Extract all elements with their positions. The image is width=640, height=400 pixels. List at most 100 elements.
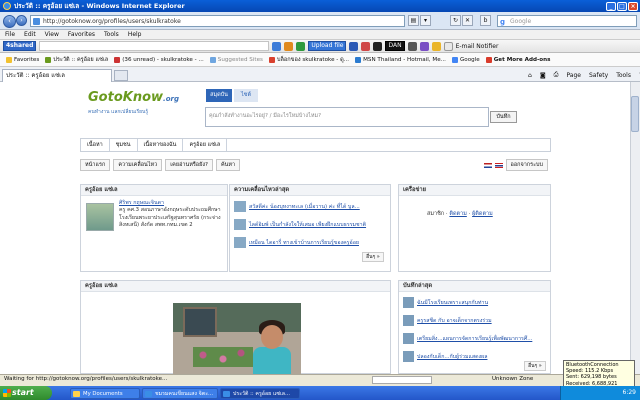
fav-item-mail[interactable]: (36 unread) - skulkratoke - ... (114, 56, 204, 63)
notes-more-button[interactable]: อื่นๆ » (524, 361, 546, 371)
fav-item-addons[interactable]: Get More Add-ons (485, 56, 550, 63)
site-logo[interactable]: GotoKnow.org (88, 90, 179, 105)
home-icon[interactable]: ⌂ (528, 72, 532, 79)
page-menu[interactable]: Page (566, 72, 581, 79)
stop-icon[interactable]: ✕ (462, 15, 473, 26)
dropdown-icon[interactable]: ▾ (420, 15, 431, 26)
window-title-bar[interactable]: ประวัติ :: ครูอ้อย แซ่เล - Windows Inter… (0, 0, 640, 12)
dan-radio-button[interactable]: DAN (385, 41, 405, 51)
avatar[interactable] (86, 203, 114, 231)
activity-item[interactable]: ไลด์อิมพ์ เป็นกำลังใจให้เสมอ เพียงฝึกแบบ… (234, 219, 389, 232)
nav-my-content[interactable]: เนื้อหาของฉัน (138, 139, 184, 151)
menu-file[interactable]: File (5, 31, 15, 38)
ie-icon (223, 391, 230, 397)
profile-position: ครู คศ.3 สอนภาษาอังกฤษระดับประถมศึกษา (119, 207, 221, 214)
followers-link[interactable]: ผู้ติดตาม (472, 211, 493, 217)
sub-nav: หน้าแรก ความเคลื่อนไหว เคยอ่านหรือยัง? ค… (80, 156, 551, 174)
toolbar-play-icon[interactable] (296, 41, 306, 51)
note-item[interactable]: ฉันมีโรงเรียนเพราะสนุกกับท่าน (403, 297, 549, 310)
profile-panel-header: ครูอ้อย แซ่เล (81, 185, 227, 196)
nav-profile[interactable]: ครูอ้อย แซ่เล (183, 139, 228, 151)
menu-favorites[interactable]: Favorites (68, 31, 95, 38)
tools-menu[interactable]: Tools (616, 72, 631, 79)
menu-view[interactable]: View (45, 31, 59, 38)
refresh-icon[interactable]: ↻ (450, 15, 461, 26)
thumbnail-icon (403, 333, 414, 344)
tab-site[interactable]: ไซต์ (234, 89, 258, 102)
back-icon[interactable]: ‹ (3, 15, 16, 28)
maximize-icon[interactable]: □ (617, 1, 627, 11)
feeds-icon[interactable]: ◙ (540, 72, 546, 79)
upload-file-button[interactable]: Upload file (308, 41, 347, 51)
task-browser-2[interactable]: ประวัติ :: ครูอ้อย แซ่เล... (220, 388, 300, 399)
minimize-icon[interactable]: _ (606, 1, 616, 11)
toolbar-purple-icon[interactable] (419, 41, 429, 51)
nav-content[interactable]: เนื้อหา (81, 139, 110, 151)
toolbar-volume-icon[interactable] (407, 41, 417, 51)
toolbar-yellow-icon[interactable] (431, 41, 441, 51)
toolbar-red-icon[interactable] (361, 41, 371, 51)
fav-item-google[interactable]: Google (451, 56, 480, 63)
status-input[interactable]: คุณกำลังทำงานอะไรอยู่? / มีอะไรใหม่บ้างไ… (205, 107, 489, 127)
folder-icon (73, 391, 80, 397)
new-tab-button[interactable] (114, 70, 128, 81)
network-panel-header: เครือข่าย (399, 185, 550, 196)
fav-item-msn[interactable]: MSN Thailand - Hotmail, Me... (355, 56, 446, 63)
search-button[interactable]: ค้นหา (215, 159, 241, 171)
clock[interactable]: 6:29 (623, 389, 636, 396)
system-tray[interactable]: 6:29 (560, 386, 640, 400)
forward-icon[interactable]: › (16, 15, 27, 26)
fav-item-suggested[interactable]: Suggested Sites (209, 56, 263, 63)
tab-journal[interactable]: สมุดบัน (206, 89, 232, 102)
activity-item[interactable]: สวัสดีค่ะ น้องบุหงาทะเล (เมื่อวาน) ค่ะ ท… (234, 201, 389, 214)
note-item[interactable]: เตรียมสิ่ง...แผนการจัดการเรียนรู้เพื่อพั… (403, 333, 549, 346)
photo-panel: ครูอ้อย แซ่เล (80, 280, 391, 375)
mail-icon[interactable] (443, 41, 453, 51)
save-button[interactable]: บันทึก (490, 111, 517, 123)
nav-community[interactable]: ชุมชน (110, 139, 138, 151)
menu-edit[interactable]: Edit (24, 31, 36, 38)
fav-item-profile[interactable]: ประวัติ :: ครูอ้อย แซ่เล (45, 56, 108, 64)
start-button[interactable]: start (0, 386, 52, 400)
tab-active[interactable]: ประวัติ :: ครูอ้อย แซ่เล (2, 69, 112, 82)
toolbar-blue-icon[interactable] (349, 41, 359, 51)
activity-item[interactable]: เหมือน ไดอารี่ ทางเข้าบ้านการเรียนรู้ของ… (234, 237, 389, 250)
safety-menu[interactable]: Safety (589, 72, 608, 79)
task-browser-1[interactable]: ชมรมคนเขียนแสง จิตะ... (142, 388, 218, 399)
photo-panel-header: ครูอ้อย แซ่เล (81, 281, 390, 292)
toolbar-search-icon[interactable] (272, 41, 282, 51)
ie-logo-icon (3, 2, 11, 10)
home-button[interactable]: หน้าแรก (80, 159, 111, 171)
email-notifier-label[interactable]: E-mail Notifier (456, 43, 499, 50)
print-icon[interactable]: ⎙ (554, 71, 559, 79)
activity-more-button[interactable]: อื่นๆ » (362, 252, 384, 262)
activity-button[interactable]: ความเคลื่อนไหว (113, 159, 163, 171)
profile-photo[interactable] (173, 303, 301, 375)
compat-view-icon[interactable]: ▤ (408, 15, 419, 26)
bing-icon[interactable]: b (480, 15, 491, 26)
toolbar-feed-icon[interactable] (284, 41, 294, 51)
logout-button[interactable]: ออกจากระบบ (505, 159, 548, 171)
favorites-bar: Favorites ประวัติ :: ครูอ้อย แซ่เล (36 u… (0, 53, 640, 67)
4shared-button[interactable]: 4shared (3, 41, 37, 51)
us-flag-icon[interactable] (483, 162, 492, 168)
thai-flag-icon[interactable] (494, 162, 503, 168)
favorites-button[interactable]: Favorites (6, 56, 39, 63)
menu-tools[interactable]: Tools (104, 31, 119, 38)
address-input[interactable]: http://gotoknow.org/profiles/users/skulk… (30, 15, 405, 27)
note-item[interactable]: ครูรสชีด กับ อาจเด็กจากตรงร่วม (403, 315, 549, 328)
menu-help[interactable]: Help (128, 31, 142, 38)
activity-panel-header: ความเคลื่อนไหวล่าสุด (230, 185, 390, 196)
toolbar-media-icon[interactable] (373, 41, 383, 51)
google-icon: g (500, 18, 506, 26)
fav-item-blog[interactable]: บล็อกของ skulkratoke - ดู... (268, 56, 349, 64)
following-link[interactable]: ติดตาม (449, 211, 466, 217)
have-you-read-button[interactable]: เคยอ่านหรือยัง? (165, 159, 213, 171)
close-icon[interactable]: × (628, 1, 638, 11)
toolbar-search-field[interactable] (39, 41, 270, 51)
scrollbar-thumb[interactable] (631, 96, 639, 132)
ie-icon (145, 391, 152, 397)
search-input[interactable]: g Google (497, 15, 637, 27)
add-on-toolbar: 4shared Upload file DAN E-mail Notifier (0, 40, 640, 53)
task-my-documents[interactable]: My Documents (70, 388, 140, 399)
